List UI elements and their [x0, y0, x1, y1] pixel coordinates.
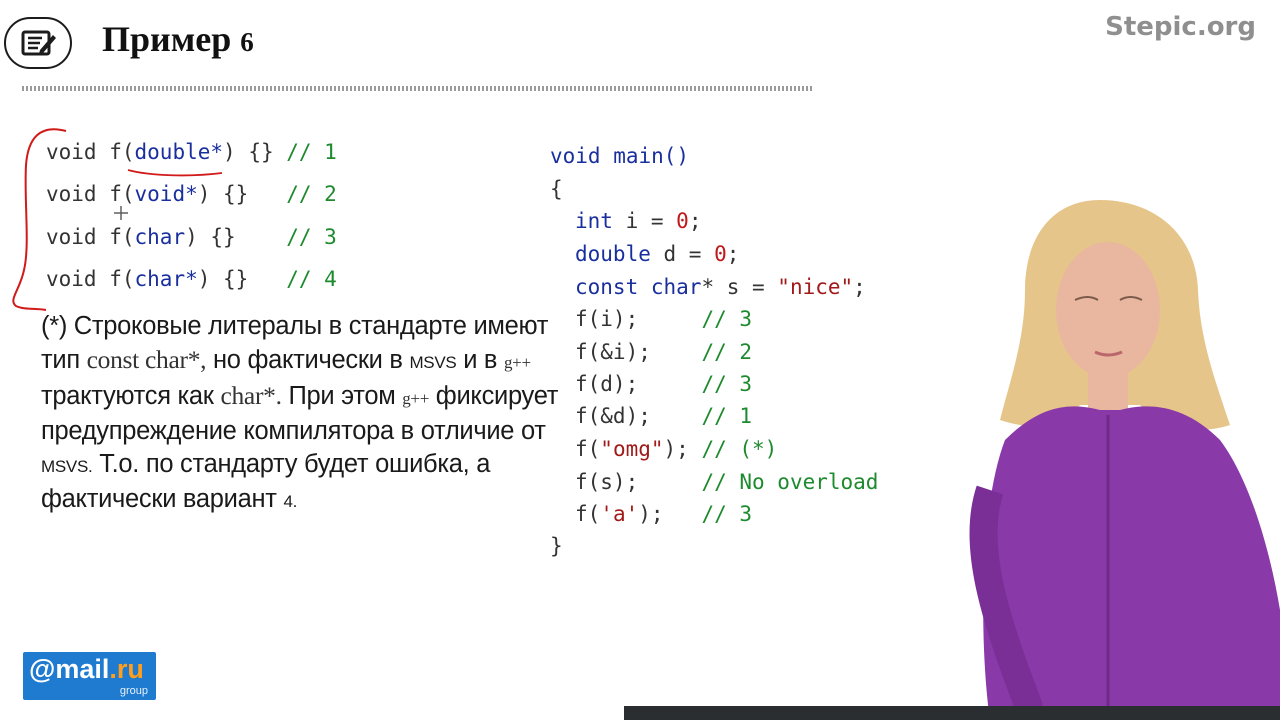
title-divider [22, 86, 814, 91]
brand-watermark: Stepic.org [1105, 12, 1256, 42]
call-line: f(&i); // 2 [575, 340, 753, 364]
call-line: f('a'); // 3 [575, 502, 753, 526]
desk-edge [624, 706, 1280, 720]
call-line: f("omg"); // (*) [575, 437, 778, 461]
decl-const-char: const char* s = "nice"; [575, 275, 866, 299]
logo-group-text: group [119, 685, 148, 697]
call-line: f(i); // 3 [575, 307, 753, 331]
presenter-video [969, 200, 1280, 720]
call-line: f(d); // 3 [575, 372, 753, 396]
overload-3: void f(char) {} // 3 [46, 225, 337, 249]
title-number: 6 [240, 27, 254, 57]
notepad-pen-icon [4, 17, 72, 69]
logo-wordmark: @mail.ru [29, 654, 144, 684]
decl-double: double d = 0; [575, 242, 740, 266]
close-brace: } [550, 534, 563, 558]
call-line: f(&d); // 1 [575, 404, 753, 428]
overload-1: void f(double*) {} // 1 [46, 140, 337, 164]
page-title: Пример 6 [102, 18, 254, 60]
standard-note: (*) Строковые литералы в стандарте имеют… [41, 312, 559, 513]
overload-2: void f(void*) {} // 2 [46, 182, 337, 206]
title-text: Пример [102, 19, 232, 59]
call-line: f(s); // No overload [575, 470, 879, 494]
open-brace: { [550, 177, 563, 201]
overload-4: void f(char*) {} // 4 [46, 267, 337, 291]
mouse-cursor-icon [114, 206, 128, 220]
decl-int: int i = 0; [575, 209, 702, 233]
main-signature: void main() [550, 144, 690, 168]
mailru-group-logo: @mail.ru group [23, 652, 156, 700]
